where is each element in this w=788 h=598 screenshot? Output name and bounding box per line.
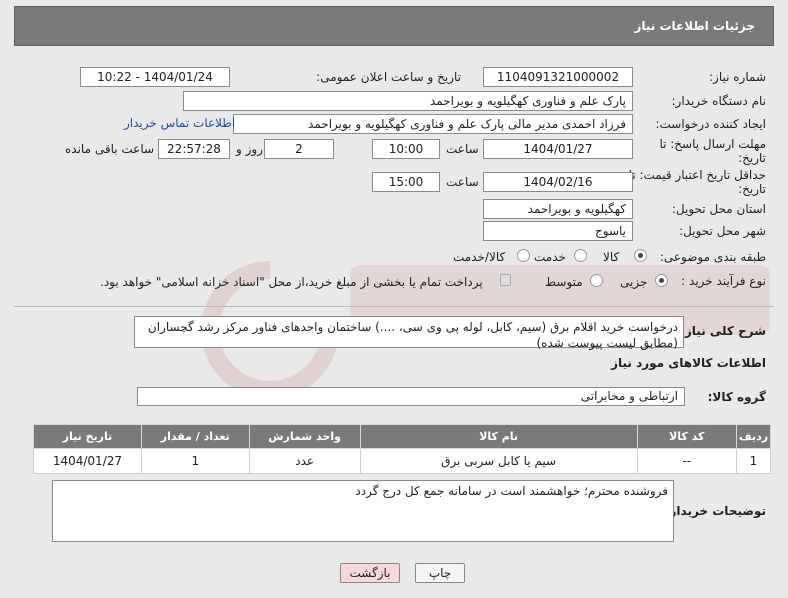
process-radio-minor[interactable] <box>655 274 668 287</box>
process-option-minor: جزیی <box>620 275 648 289</box>
description-textarea[interactable]: درخواست خرید اقلام برق (سیم، کابل، لوله … <box>134 316 684 350</box>
deadline-time-field: 10:00 <box>372 139 440 159</box>
buyer-notes-textarea[interactable]: فروشنده محترم؛ خواهشمند است در سامانه جم… <box>52 480 674 542</box>
city-label: شهر محل تحویل: <box>679 224 766 238</box>
treasury-checkbox[interactable] <box>500 274 511 286</box>
city-field: یاسوج <box>483 221 633 241</box>
creator-field: فرزاد احمدی مدیر مالی پارک علم و فناوری … <box>233 114 633 134</box>
validity-time-field: 15:00 <box>372 172 440 192</box>
process-option-medium: متوسط <box>545 275 583 289</box>
buyer-notes-label: توضیحات خریدار: <box>664 504 766 518</box>
cell-quantity: 1 <box>140 448 250 474</box>
description-label: شرح کلی نیاز: <box>680 324 766 338</box>
announce-field: 1404/01/24 - 10:22 <box>80 67 230 87</box>
buyer-org-field: پارک علم و فناوری کهگیلویه و بویراحمد <box>183 91 633 111</box>
print-button[interactable]: چاپ <box>415 563 465 583</box>
col-unit: واحد شمارش <box>248 424 361 449</box>
announce-label: تاریخ و ساعت اعلان عمومی: <box>316 70 461 84</box>
province-label: استان محل تحویل: <box>671 202 766 216</box>
process-label: نوع فرآیند خرید : <box>681 274 766 288</box>
cell-code: -- <box>636 448 737 474</box>
buyer-contact-link[interactable]: اطلاعات تماس خریدار <box>124 116 235 130</box>
col-name: نام کالا <box>359 424 638 449</box>
cell-date: 1404/01/27 <box>33 448 142 474</box>
deadline-label: مهلت ارسال پاسخ: تا تاریخ: <box>659 137 766 165</box>
items-table: ردیف کد کالا نام کالا واحد شمارش تعداد /… <box>33 424 772 474</box>
goods-group-label: گروه کالا: <box>707 390 766 404</box>
creator-label: ایجاد کننده درخواست: <box>655 117 766 131</box>
back-button[interactable]: بازگشت <box>340 563 400 583</box>
days-label: روز و <box>236 142 263 156</box>
category-radio-service[interactable] <box>574 249 587 262</box>
header-bar: جزئیات اطلاعات نیاز <box>14 6 774 46</box>
validity-time-label: ساعت <box>446 175 479 189</box>
divider <box>14 306 774 307</box>
page-title: جزئیات اطلاعات نیاز <box>634 19 755 33</box>
deadline-time-label: ساعت <box>446 142 479 156</box>
remaining-label: ساعت باقی مانده <box>65 142 155 156</box>
category-option-service: خدمت <box>534 250 566 264</box>
payment-note: پرداخت تمام یا بخشی از مبلغ خرید،از محل … <box>100 275 483 289</box>
category-option-both: کالا/خدمت <box>453 250 506 264</box>
goods-info-title: اطلاعات کالاهای مورد نیاز <box>611 356 766 370</box>
remaining-time-field: 22:57:28 <box>158 139 230 159</box>
min-validity-label: حداقل تاریخ اعتبار قیمت: تا تاریخ: <box>628 168 766 196</box>
days-field: 2 <box>264 139 334 159</box>
table-header-row: ردیف کد کالا نام کالا واحد شمارش تعداد /… <box>33 424 772 449</box>
col-date: تاریخ نیاز <box>33 424 142 449</box>
category-radio-both[interactable] <box>517 249 530 262</box>
province-field: کهگیلویه و بویراحمد <box>483 199 633 219</box>
cell-name: سیم یا کابل سربی برق <box>359 448 638 474</box>
deadline-date-field: 1404/01/27 <box>483 139 633 159</box>
goods-group-field: ارتباطی و مخابراتی <box>137 387 685 406</box>
validity-date-field: 1404/02/16 <box>483 172 633 192</box>
need-number-label: شماره نیاز: <box>709 70 766 84</box>
table-row: 1 -- سیم یا کابل سربی برق عدد 1 1404/01/… <box>33 448 772 474</box>
col-row: ردیف <box>735 424 772 449</box>
col-quantity: تعداد / مقدار <box>140 424 250 449</box>
category-option-goods: کالا <box>603 250 620 264</box>
need-number-field: 1104091321000002 <box>483 67 633 87</box>
buyer-org-label: نام دستگاه خریدار: <box>671 94 767 108</box>
process-radio-medium[interactable] <box>590 274 603 287</box>
category-label: طبقه بندی موضوعی: <box>659 250 766 264</box>
col-code: کد کالا <box>636 424 737 449</box>
cell-row: 1 <box>735 448 772 474</box>
category-radio-goods[interactable] <box>634 249 647 262</box>
cell-unit: عدد <box>248 448 361 474</box>
